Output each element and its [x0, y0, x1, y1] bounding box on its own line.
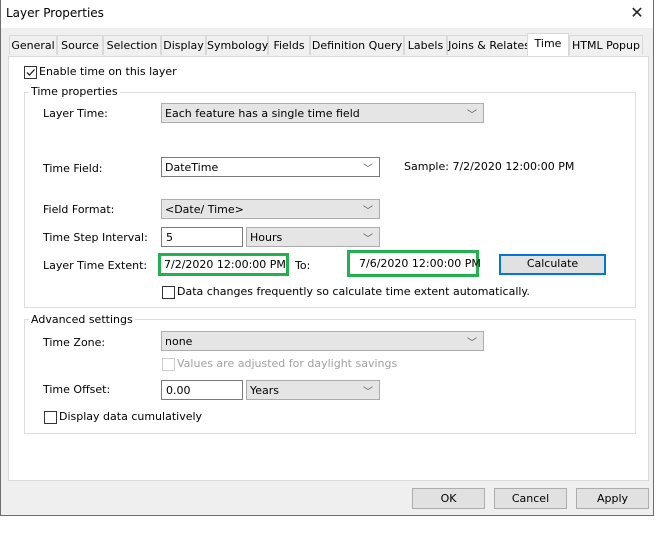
cancel-button[interactable]: Cancel: [494, 488, 567, 509]
time-zone-value: none: [165, 335, 193, 348]
time-zone-label: Time Zone:: [43, 336, 106, 349]
tab-definition-query[interactable]: Definition Query: [310, 35, 404, 55]
tab-joins-relates[interactable]: Joins & Relates: [447, 35, 531, 55]
auto-calculate-checkbox[interactable]: [162, 286, 175, 299]
time-offset-value: 0.00: [166, 384, 191, 397]
time-offset-units-value: Years: [250, 384, 280, 397]
chevron-down-icon: ﹀: [363, 164, 373, 175]
tab-source[interactable]: Source: [57, 35, 103, 55]
tab-symbology[interactable]: Symbology: [206, 35, 268, 55]
ok-button[interactable]: OK: [412, 488, 485, 509]
tab-selection[interactable]: Selection: [103, 35, 161, 55]
tab-general[interactable]: General: [9, 35, 57, 55]
time-properties-legend: Time properties: [29, 85, 120, 98]
layer-time-value: Each feature has a single time field: [165, 107, 360, 120]
calculate-button[interactable]: Calculate: [499, 254, 606, 275]
time-step-input[interactable]: 5: [161, 227, 243, 247]
cumulative-checkbox[interactable]: [44, 411, 57, 424]
layer-time-dropdown[interactable]: Each feature has a single time field ﹀: [161, 103, 484, 123]
tab-labels[interactable]: Labels: [404, 35, 447, 55]
layer-properties-dialog: Layer Properties ✕ General Source Select…: [0, 0, 654, 516]
auto-calculate-label: Data changes frequently so calculate tim…: [177, 285, 530, 298]
enable-time-checkbox[interactable]: [24, 66, 37, 79]
sample-text: Sample: 7/2/2020 12:00:00 PM: [404, 160, 575, 173]
tab-display[interactable]: Display: [161, 35, 206, 55]
extent-start-value: 7/2/2020 12:00:00 PM: [164, 258, 286, 271]
time-step-units-value: Hours: [250, 231, 283, 244]
enable-time-label: Enable time on this layer: [39, 65, 177, 78]
chevron-down-icon: ﹀: [467, 338, 477, 349]
daylight-savings-checkbox[interactable]: [162, 358, 175, 371]
extent-end-input[interactable]: 7/6/2020 12:00:00 PM: [347, 250, 481, 277]
time-field-label: Time Field:: [43, 162, 103, 175]
extent-start-input[interactable]: 7/2/2020 12:00:00 PM: [158, 253, 289, 276]
to-label: To:: [295, 259, 311, 272]
time-step-label: Time Step Interval:: [43, 231, 148, 244]
time-zone-dropdown[interactable]: none ﹀: [161, 331, 484, 351]
layer-time-extent-label: Layer Time Extent:: [43, 259, 148, 272]
cumulative-label: Display data cumulatively: [59, 410, 203, 423]
field-format-dropdown[interactable]: <Date/ Time> ﹀: [161, 199, 380, 219]
title-bar: Layer Properties ✕: [1, 0, 653, 28]
advanced-settings-legend: Advanced settings: [29, 313, 135, 326]
tab-fields[interactable]: Fields: [268, 35, 310, 55]
chevron-down-icon: ﹀: [467, 110, 477, 121]
time-offset-input[interactable]: 0.00: [161, 380, 243, 400]
checkmark-icon: [26, 69, 35, 76]
apply-button[interactable]: Apply: [576, 488, 649, 509]
tab-time[interactable]: Time: [527, 33, 569, 56]
close-icon[interactable]: ✕: [627, 3, 647, 23]
time-offset-label: Time Offset:: [43, 383, 111, 396]
daylight-savings-label: Values are adjusted for daylight savings: [177, 357, 398, 370]
window-title: Layer Properties: [6, 6, 104, 20]
time-field-value: DateTime: [165, 161, 219, 174]
time-step-value: 5: [166, 231, 173, 244]
chevron-down-icon: ﹀: [363, 206, 373, 217]
chevron-down-icon: ﹀: [363, 234, 373, 245]
field-format-label: Field Format:: [43, 203, 115, 216]
time-step-units-dropdown[interactable]: Hours ﹀: [246, 227, 380, 247]
time-field-dropdown[interactable]: DateTime ﹀: [161, 157, 380, 177]
time-offset-units-dropdown[interactable]: Years ﹀: [246, 380, 380, 400]
time-tab-panel: Enable time on this layer Time propertie…: [8, 56, 649, 481]
layer-time-label: Layer Time:: [43, 107, 108, 120]
extent-end-value: 7/6/2020 12:00:00 PM: [359, 257, 481, 270]
tab-html-popup[interactable]: HTML Popup: [569, 35, 643, 55]
field-format-value: <Date/ Time>: [165, 203, 244, 216]
chevron-down-icon: ﹀: [363, 387, 373, 398]
